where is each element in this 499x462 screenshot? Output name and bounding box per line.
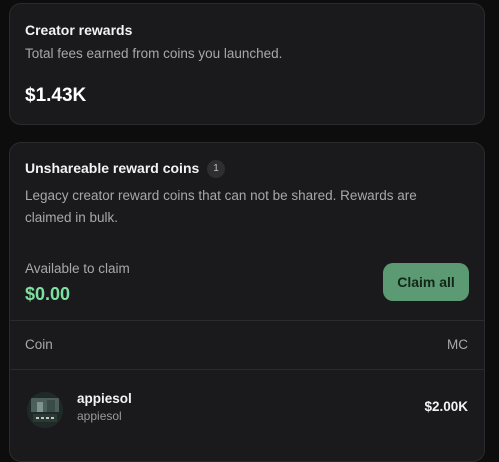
coin-avatar	[27, 392, 63, 428]
creator-rewards-total: $1.43K	[25, 85, 87, 106]
column-header-mc: MC	[447, 337, 468, 352]
unshareable-description-line-1: Legacy creator reward coins that can not…	[25, 188, 417, 203]
creator-rewards-subtitle: Total fees earned from coins you launche…	[25, 46, 283, 61]
unshareable-title: Unshareable reward coins	[25, 160, 200, 176]
available-to-claim-value: $0.00	[25, 284, 71, 304]
table-row[interactable]: appiesol appiesol $2.00K	[10, 373, 484, 441]
unshareable-description-line-2: claimed in bulk.	[25, 210, 119, 225]
column-header-coin: Coin	[25, 337, 53, 352]
coin-name: appiesol	[77, 391, 132, 406]
coin-market-cap: $2.00K	[424, 399, 468, 414]
divider	[10, 369, 484, 370]
claim-all-button[interactable]: Claim all	[383, 263, 469, 301]
coin-ticker: appiesol	[77, 409, 122, 423]
creator-rewards-title: Creator rewards	[25, 22, 133, 38]
divider	[10, 320, 484, 321]
unshareable-rewards-card: Unshareable reward coins 1 Legacy creato…	[9, 142, 485, 462]
unshareable-description: Legacy creator reward coins that can not…	[25, 185, 417, 229]
available-to-claim-label: Available to claim	[25, 261, 130, 276]
unshareable-count-badge: 1	[207, 160, 225, 178]
coin-avatar-image	[27, 392, 63, 428]
creator-rewards-card: Creator rewards Total fees earned from c…	[9, 3, 485, 125]
